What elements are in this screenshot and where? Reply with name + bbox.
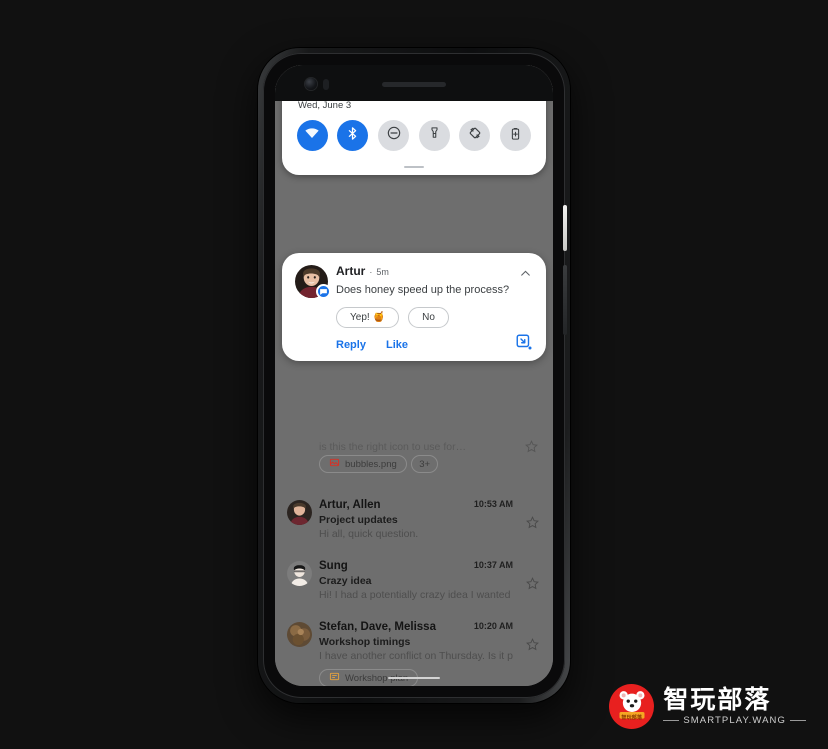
star-icon[interactable] (525, 515, 540, 535)
phone-device-frame: Social Job board, Photo Sharer 12 new Co… (258, 48, 570, 703)
power-button[interactable] (563, 205, 567, 251)
notification-message-text: Does honey speed up the process? (336, 284, 510, 296)
avatar (287, 500, 312, 525)
smart-reply-label: No (422, 312, 435, 323)
mail-timestamp: 10:37 AM (473, 560, 513, 570)
bluetooth-icon (345, 126, 360, 146)
quick-tile-auto-rotate[interactable] (459, 120, 491, 151)
watermark-chinese-name: 智玩部落 (663, 686, 772, 714)
watermark-logo-badge-text: 智玩部落 (621, 715, 643, 721)
mail-subject: Workshop timings (319, 636, 411, 648)
avatar (287, 622, 312, 647)
table-row[interactable]: Artur, Allen Project updates Hi all, qui… (275, 489, 553, 550)
star-icon[interactable] (525, 637, 540, 657)
do-not-disturb-icon (386, 125, 402, 146)
notification-header: Artur · 5m (336, 264, 533, 278)
battery-saver-icon (508, 126, 523, 146)
chevron-up-icon[interactable] (519, 267, 532, 285)
mail-timestamp: 10:53 AM (473, 499, 513, 509)
notification-timestamp: 5m (376, 267, 389, 277)
mail-subject: Crazy idea (319, 575, 372, 587)
quick-tile-battery-saver[interactable] (500, 120, 532, 151)
honey-pot-emoji: 🍯 (372, 312, 386, 323)
mail-timestamp: 10:20 AM (473, 621, 513, 631)
messaging-app-badge-icon (316, 284, 331, 299)
flashlight-icon (427, 126, 442, 146)
notification-separator: · (369, 267, 373, 277)
watermark-rule-left (663, 720, 680, 721)
conversation-notification-card[interactable]: Artur · 5m Does honey speed up the proce… (282, 253, 546, 361)
mail-subject: Project updates (319, 514, 398, 526)
watermark-english-row: SMARTPLAY.WANG (663, 715, 806, 726)
attachment-filename: bubbles.png (345, 458, 397, 470)
smart-reply-chip-group: Yep! 🍯 No (336, 307, 533, 328)
image-file-icon (329, 457, 340, 471)
notification-avatar-wrapper (295, 265, 331, 299)
presentation-file-icon (329, 671, 340, 685)
quick-settings-shade[interactable]: Wed, June 3 (282, 89, 546, 175)
auto-rotate-icon (467, 125, 483, 146)
notification-sender-name: Artur (336, 264, 366, 278)
front-camera (305, 78, 317, 90)
volume-rocker-button[interactable] (563, 265, 567, 335)
wifi-icon (304, 125, 320, 146)
quick-settings-date: Wed, June 3 (298, 100, 352, 111)
shade-drag-handle[interactable] (404, 166, 424, 168)
home-gesture-indicator[interactable] (388, 676, 440, 679)
quick-tile-flashlight[interactable] (418, 120, 450, 151)
quick-settings-tile-row (282, 120, 546, 151)
attachment-more-chip[interactable]: 3+ (411, 455, 439, 473)
proximity-sensor (323, 79, 329, 90)
table-row[interactable]: Stefan, Dave, Melissa Workshop timings I… (275, 611, 553, 686)
avatar (287, 561, 312, 586)
quick-tile-bluetooth[interactable] (337, 120, 369, 151)
quick-tile-do-not-disturb[interactable] (378, 120, 410, 151)
watermark-english-url: SMARTPLAY.WANG (683, 715, 786, 726)
smart-reply-chip-no[interactable]: No (408, 307, 449, 328)
watermark: 智玩部落 智玩部落 SMARTPLAY.WANG (609, 684, 806, 729)
smart-reply-label: Yep! (350, 312, 370, 323)
watermark-logo: 智玩部落 (609, 684, 655, 729)
notification-body: Artur · 5m Does honey speed up the proce… (295, 264, 533, 351)
watermark-rule-right (790, 720, 806, 721)
star-icon[interactable] (525, 576, 540, 596)
partial-mail-snippet: is this the right icon to use for… (319, 441, 467, 453)
mail-snippet: Hi all, quick question. (319, 528, 419, 540)
partial-mail-row[interactable]: is this the right icon to use for… bubbl… (275, 440, 553, 489)
attachment-chip[interactable]: bubbles.png (319, 455, 407, 473)
reply-button[interactable]: Reply (336, 339, 366, 351)
device-top-bezel (275, 65, 553, 101)
partial-mail-star-icon[interactable] (524, 439, 539, 459)
smart-reply-chip-yes[interactable]: Yep! 🍯 (336, 307, 400, 328)
phone-inner-bezel: Social Job board, Photo Sharer 12 new Co… (263, 53, 567, 698)
like-button[interactable]: Like (386, 339, 408, 351)
watermark-text: 智玩部落 SMARTPLAY.WANG (663, 687, 806, 726)
bubble-expand-icon[interactable] (515, 333, 533, 351)
mail-snippet: I have another conflict on Thursday. Is … (319, 650, 513, 662)
earpiece-speaker (382, 82, 446, 87)
table-row[interactable]: Sung Crazy idea Hi! I had a potentially … (275, 550, 553, 611)
phone-screen: Social Job board, Photo Sharer 12 new Co… (275, 65, 553, 686)
mail-snippet: Hi! I had a potentially crazy idea I wan… (319, 589, 513, 601)
quick-tile-wifi[interactable] (296, 120, 328, 151)
notification-action-row: Reply Like (336, 339, 533, 351)
